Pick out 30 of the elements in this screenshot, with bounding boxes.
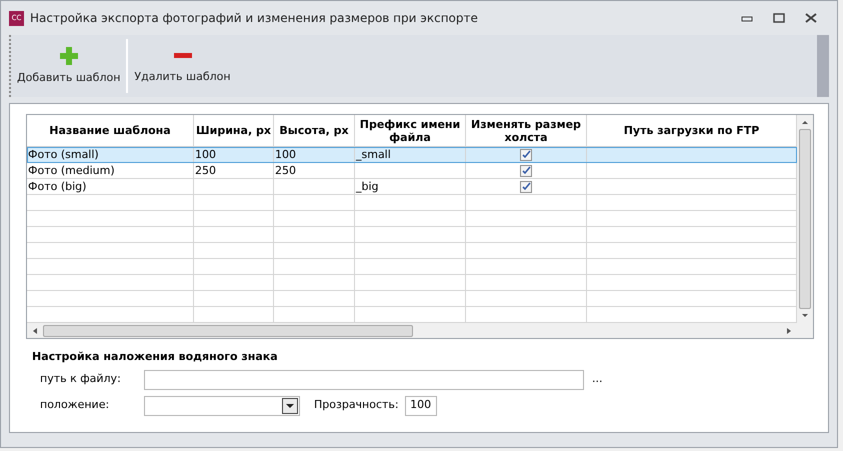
checkbox[interactable]: [520, 148, 532, 160]
arrow-left-icon[interactable]: [31, 326, 39, 334]
add-template-button[interactable]: Добавить шаблон: [11, 35, 126, 97]
position-dropdown[interactable]: [144, 396, 300, 416]
checkbox[interactable]: [520, 164, 532, 176]
window-title: Настройка экспорта фотографий и изменения размеров при экспорте: [30, 10, 478, 27]
checkbox[interactable]: [520, 180, 532, 192]
field-label: путь к файлу:: [40, 371, 122, 388]
arrow-right-icon[interactable]: [785, 326, 793, 334]
minus-icon: [174, 53, 192, 58]
scroll-thumb[interactable]: [799, 129, 811, 309]
opacity-field[interactable]: 100: [404, 396, 437, 416]
scroll-thumb[interactable]: [43, 324, 413, 336]
table-row[interactable]: Фото (small) 100 100 _small: [27, 147, 797, 163]
toolbar-scrollbar[interactable]: [817, 35, 829, 97]
remove-template-button[interactable]: Удалить шаблон: [128, 35, 237, 97]
browse-button[interactable]: ...: [592, 371, 602, 388]
close-icon[interactable]: [805, 13, 817, 23]
table-row[interactable]: Фото (medium) 250 250: [27, 163, 797, 179]
table-cell: Фото (big): [27, 179, 194, 195]
file-path-field[interactable]: [144, 370, 584, 390]
field-label: Прозрачность:: [314, 397, 399, 414]
vertical-scrollbar[interactable]: [797, 115, 813, 323]
plus-icon: [58, 46, 79, 66]
section-heading: Настройка наложения водяного знака: [32, 349, 279, 365]
table-cell: _big: [355, 179, 466, 195]
table-row[interactable]: Фото (big) _big: [27, 179, 797, 195]
horizontal-scrollbar[interactable]: [27, 323, 813, 338]
field-label: положение:: [40, 397, 110, 414]
maximize-icon[interactable]: [773, 13, 785, 23]
